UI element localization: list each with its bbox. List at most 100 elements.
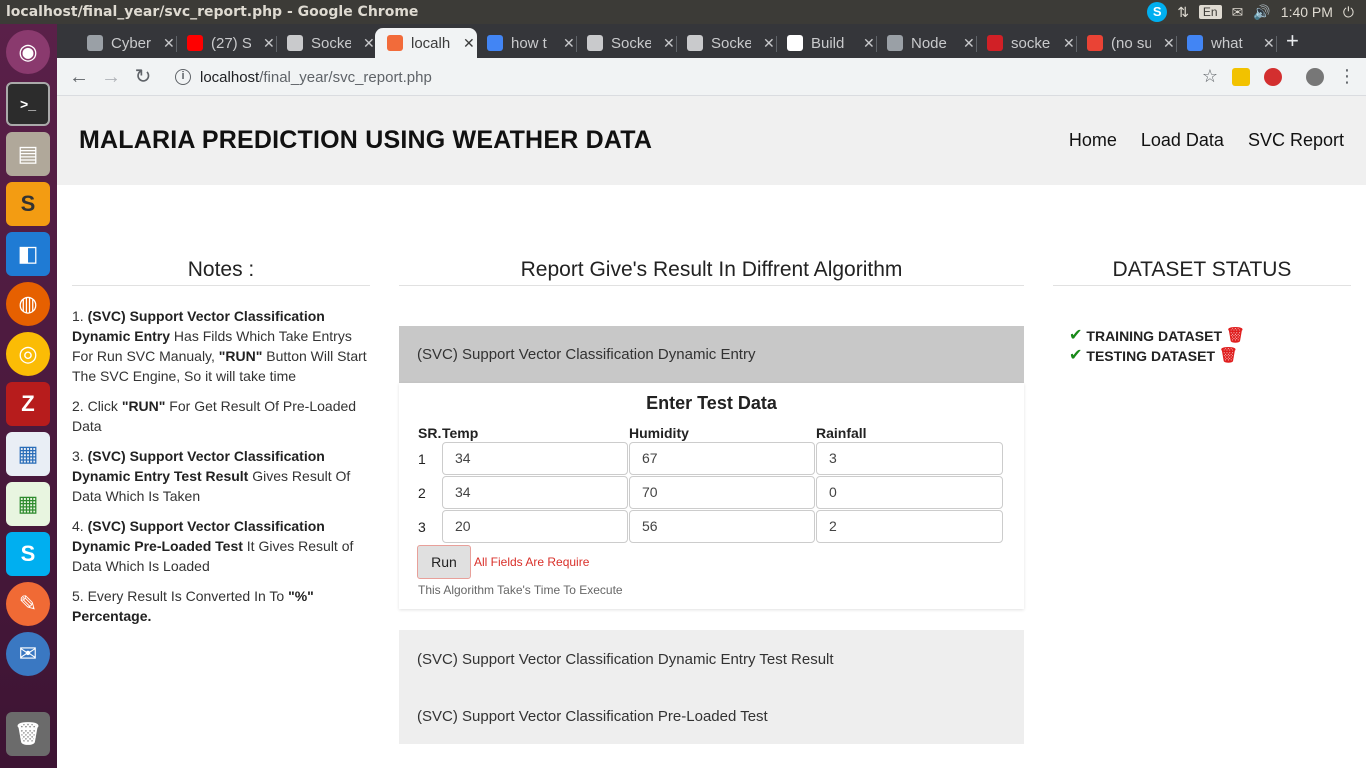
- browser-tab[interactable]: Cyber ✕: [75, 28, 177, 58]
- validation-message: All Fields Are Require: [474, 555, 590, 569]
- dataset-label: TRAINING DATASET: [1086, 328, 1222, 344]
- postman-icon[interactable]: ✎: [6, 582, 50, 626]
- tab-close-icon[interactable]: ✕: [1063, 35, 1075, 52]
- note-item: 5. Every Result Is Converted In To "%" P…: [72, 588, 314, 624]
- nav-home[interactable]: Home: [1069, 130, 1117, 151]
- humidity-input[interactable]: 56: [629, 510, 815, 543]
- ubuntu-dash-icon[interactable]: ◉: [6, 30, 50, 74]
- browser-tab[interactable]: how t ✕: [475, 28, 577, 58]
- extension-icon[interactable]: [1232, 67, 1250, 86]
- tab-close-icon[interactable]: ✕: [563, 35, 575, 52]
- browser-tab[interactable]: (no su ✕: [1075, 28, 1177, 58]
- calc-icon[interactable]: ▦: [6, 482, 50, 526]
- run-button[interactable]: Run: [417, 545, 471, 579]
- files-icon[interactable]: ▤: [6, 132, 50, 176]
- skype-launcher-icon[interactable]: S: [6, 532, 50, 576]
- browser-tab[interactable]: Build ✕: [775, 28, 877, 58]
- system-tray: S ⇅ En ✉ 🔊 1:40 PM ⏻: [1147, 0, 1366, 24]
- note-item: 4. (SVC) Support Vector Classification D…: [72, 518, 354, 574]
- col-header-humidity: Humidity: [629, 425, 689, 441]
- app-launcher: ◉ >_ ▤ S ◧ ◍ ◎ Z ▦ ▦ S ✎ ✉ 🗑: [0, 24, 57, 768]
- terminal-icon[interactable]: >_: [6, 82, 50, 126]
- tab-close-icon[interactable]: ✕: [1163, 35, 1175, 52]
- browser-tab[interactable]: localh ✕: [375, 28, 477, 58]
- tab-favicon-icon: [787, 35, 803, 51]
- tab-label: Socke: [311, 34, 351, 52]
- tab-close-icon[interactable]: ✕: [1263, 35, 1275, 52]
- delete-icon[interactable]: 🗑: [1219, 346, 1238, 366]
- tab-favicon-icon: [587, 35, 603, 51]
- temp-input[interactable]: 20: [442, 510, 628, 543]
- bookmark-star-icon[interactable]: ☆: [1202, 66, 1218, 87]
- tab-close-icon[interactable]: ✕: [163, 35, 175, 52]
- address-bar[interactable]: i localhost/final_year/svc_report.php: [167, 63, 1201, 91]
- new-tab-button[interactable]: +: [1286, 28, 1299, 54]
- browser-tab[interactable]: Socke ✕: [575, 28, 677, 58]
- skype-icon[interactable]: S: [1147, 2, 1168, 22]
- collapsed-panels: (SVC) Support Vector Classification Dyna…: [399, 630, 1024, 744]
- browser-tab[interactable]: Socke ✕: [675, 28, 777, 58]
- writer-icon[interactable]: ▦: [6, 432, 50, 476]
- network-arrows-icon[interactable]: ⇅: [1177, 4, 1189, 21]
- rainfall-input[interactable]: 3: [816, 442, 1003, 475]
- site-nav: Home Load Data SVC Report: [1069, 130, 1344, 151]
- browser-tab[interactable]: what ✕: [1175, 28, 1277, 58]
- vscode-icon[interactable]: ◧: [6, 232, 50, 276]
- forward-arrow-icon[interactable]: →: [99, 65, 123, 89]
- browser-tab[interactable]: Socke ✕: [275, 28, 377, 58]
- check-icon: ✔: [1069, 347, 1083, 364]
- rainfall-input[interactable]: 0: [816, 476, 1003, 509]
- tab-close-icon[interactable]: ✕: [263, 35, 275, 52]
- temp-input[interactable]: 34: [442, 476, 628, 509]
- tab-close-icon[interactable]: ✕: [863, 35, 875, 52]
- power-icon[interactable]: ⏻: [1343, 4, 1354, 21]
- window-title: localhost/final_year/svc_report.php - Go…: [6, 4, 419, 20]
- adblock-icon[interactable]: [1264, 67, 1282, 86]
- nav-svc-report[interactable]: SVC Report: [1248, 130, 1344, 151]
- tab-label: Node: [911, 34, 947, 52]
- panel-dynamic-entry-test-result-header[interactable]: (SVC) Support Vector Classification Dyna…: [417, 651, 834, 668]
- browser-tab[interactable]: Node ✕: [875, 28, 977, 58]
- execution-note: This Algorithm Take's Time To Execute: [418, 583, 623, 597]
- info-icon[interactable]: i: [175, 69, 191, 85]
- panel-pre-loaded-test-header[interactable]: (SVC) Support Vector Classification Pre-…: [417, 708, 768, 725]
- back-arrow-icon[interactable]: ←: [67, 65, 91, 89]
- dataset-divider: [1053, 285, 1351, 286]
- tab-favicon-icon: [1087, 35, 1103, 51]
- site-title: MALARIA PREDICTION USING WEATHER DATA: [79, 126, 653, 154]
- tab-close-icon[interactable]: ✕: [963, 35, 975, 52]
- tab-close-icon[interactable]: ✕: [363, 35, 375, 52]
- volume-icon[interactable]: 🔊: [1253, 4, 1270, 21]
- filezilla-icon[interactable]: Z: [6, 382, 50, 426]
- humidity-input[interactable]: 70: [629, 476, 815, 509]
- url-path: /final_year/svc_report.php: [259, 68, 432, 86]
- sublime-text-icon[interactable]: S: [6, 182, 50, 226]
- tab-close-icon[interactable]: ✕: [463, 35, 475, 52]
- nav-load-data[interactable]: Load Data: [1141, 130, 1224, 151]
- thunderbird-icon[interactable]: ✉: [6, 632, 50, 676]
- language-indicator[interactable]: En: [1198, 5, 1222, 19]
- chrome-icon[interactable]: ◎: [6, 332, 50, 376]
- check-icon: ✔: [1069, 327, 1083, 344]
- humidity-input[interactable]: 67: [629, 442, 815, 475]
- clock[interactable]: 1:40 PM: [1281, 4, 1333, 20]
- browser-tab[interactable]: socke ✕: [975, 28, 1077, 58]
- trash-icon[interactable]: 🗑: [6, 712, 50, 756]
- dynamic-entry-form: Enter Test Data SR. Temp Humidity Rainfa…: [399, 383, 1024, 609]
- dataset-status-list: ✔ TRAINING DATASET 🗑 ✔ TESTING DATASET 🗑: [1069, 326, 1245, 366]
- rainfall-input[interactable]: 2: [816, 510, 1003, 543]
- temp-input[interactable]: 34: [442, 442, 628, 475]
- browser-tab[interactable]: (27) S ✕: [175, 28, 277, 58]
- row-number: 3: [418, 519, 426, 535]
- profile-avatar[interactable]: [1306, 67, 1324, 86]
- panel-dynamic-entry-header[interactable]: (SVC) Support Vector Classification Dyna…: [399, 326, 1024, 383]
- menu-kebab-icon[interactable]: ⋮: [1338, 66, 1356, 87]
- mail-icon[interactable]: ✉: [1232, 4, 1244, 21]
- form-title: Enter Test Data: [646, 393, 777, 413]
- tab-close-icon[interactable]: ✕: [763, 35, 775, 52]
- firefox-icon[interactable]: ◍: [6, 282, 50, 326]
- tab-close-icon[interactable]: ✕: [663, 35, 675, 52]
- col-header-rainfall: Rainfall: [816, 425, 867, 441]
- delete-icon[interactable]: 🗑: [1226, 326, 1245, 346]
- reload-icon[interactable]: ↻: [131, 65, 155, 89]
